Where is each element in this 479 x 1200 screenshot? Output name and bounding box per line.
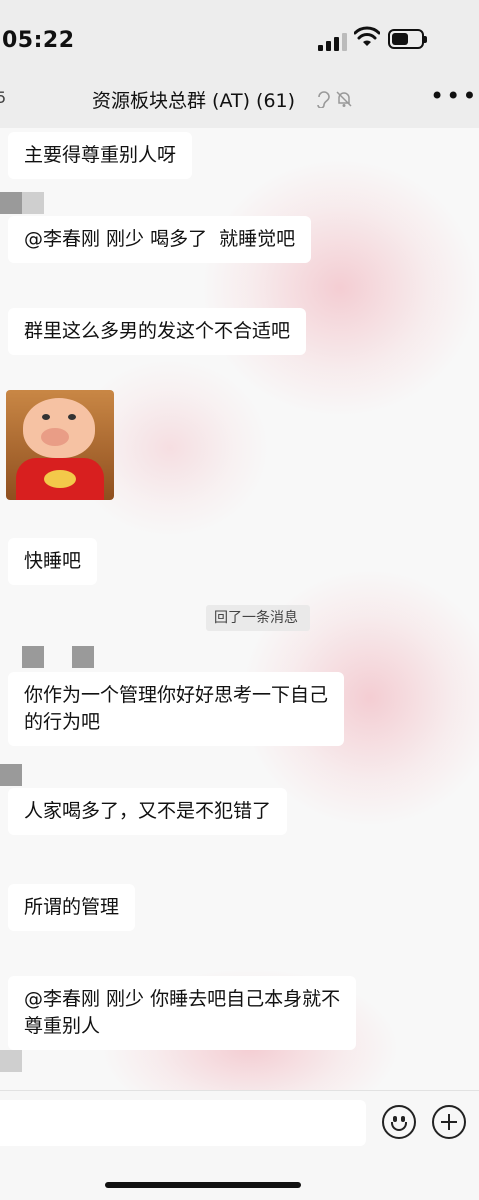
ear-icon — [317, 91, 330, 108]
system-notice: 回了一条消息 — [206, 605, 310, 631]
mute-bell-icon — [336, 91, 352, 107]
sender-avatar[interactable] — [0, 764, 22, 786]
message-bubble[interactable]: 所谓的管理 — [8, 884, 136, 931]
wifi-icon — [354, 26, 380, 46]
more-options-button[interactable]: ••• — [430, 82, 478, 110]
chat-title: 资源板块总群 (AT) (61) — [92, 90, 296, 112]
sender-avatar[interactable] — [0, 1050, 22, 1072]
unread-count-badge: 5 — [0, 88, 7, 107]
battery-icon — [388, 29, 427, 49]
message-list[interactable]: 主要得尊重别人呀 @李春刚 刚少 喝多了 就睡觉吧 群里这么多男的发这个不合适吧… — [0, 128, 479, 1090]
message-bubble[interactable]: 人家喝多了，又不是不犯错了 — [8, 788, 288, 835]
cellular-signal-icon — [318, 31, 348, 51]
message-bubble[interactable]: 群里这么多男的发这个不合适吧 — [8, 308, 307, 355]
plus-circle-icon[interactable] — [432, 1105, 466, 1139]
message-bubble[interactable]: @李春刚 刚少 你睡去吧自己本身就不 尊重别人 — [8, 976, 357, 1050]
sender-avatar[interactable] — [22, 646, 44, 668]
pig-sticker[interactable] — [6, 390, 114, 500]
message-bubble[interactable]: 快睡吧 — [8, 538, 98, 585]
chat-header: 5 资源板块总群 (AT) (61) ••• — [0, 80, 479, 128]
message-input[interactable] — [0, 1100, 366, 1146]
sender-avatar[interactable] — [0, 192, 22, 214]
message-bubble[interactable]: @李春刚 刚少 喝多了 就睡觉吧 — [8, 216, 312, 263]
back-button[interactable]: 5 — [0, 88, 6, 107]
message-bubble[interactable]: 你作为一个管理你好好思考一下自己 的行为吧 — [8, 672, 345, 746]
home-indicator — [105, 1182, 301, 1188]
emoji-icon[interactable] — [382, 1105, 416, 1139]
status-time: 05:22 — [2, 28, 75, 53]
message-bubble[interactable]: 主要得尊重别人呀 — [8, 132, 193, 179]
status-bar: 05:22 — [0, 0, 479, 80]
